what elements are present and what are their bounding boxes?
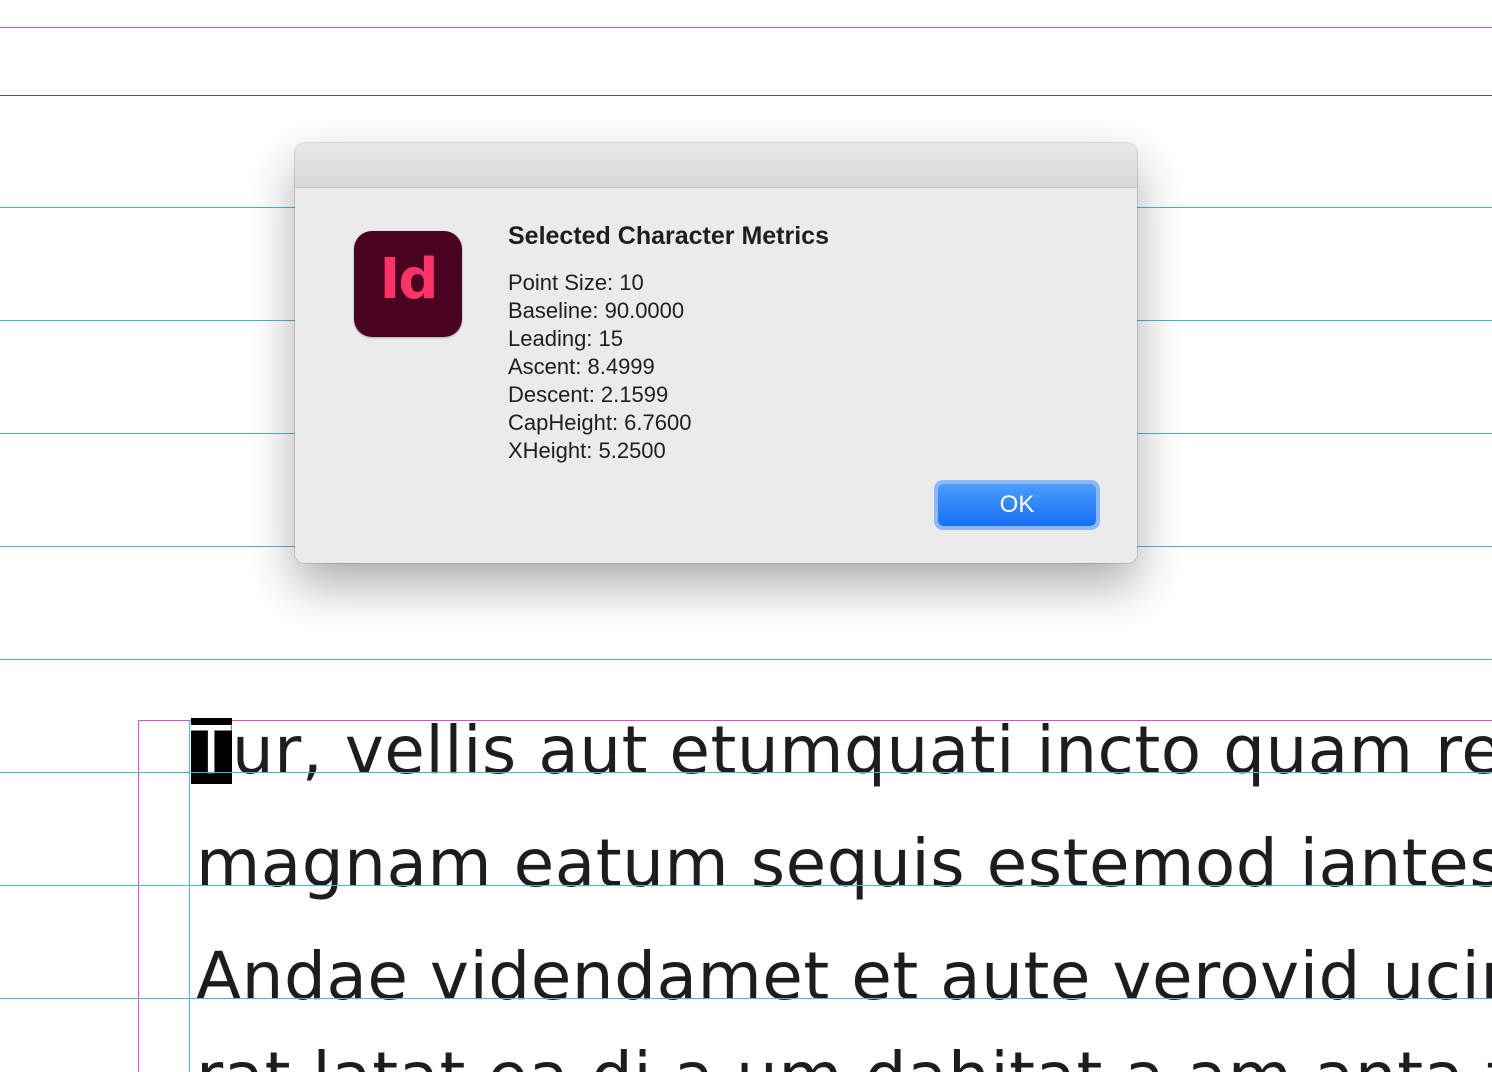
text-line-4[interactable]: rat latat ea di a um dahitat a am anta t… <box>196 1038 1492 1072</box>
text-line-2[interactable]: magnam eatum sequis estemod iantest <box>196 825 1492 902</box>
text-line-1[interactable]: Tur, vellis aut etumquati incto quam re <box>191 712 1492 789</box>
page-edge-guide <box>0 95 1492 96</box>
app-icon-label: Id <box>379 247 439 312</box>
baseline-grid-line <box>0 998 1492 999</box>
metric-descent: Descent: 2.1599 <box>508 382 669 407</box>
indesign-app-icon: Id <box>354 231 462 337</box>
metric-x-height: XHeight: 5.2500 <box>508 438 666 463</box>
text-line-3[interactable]: Andae videndamet et aute verovid ucim <box>196 938 1492 1015</box>
character-metrics-dialog: Id Selected Character Metrics Point Size… <box>295 143 1137 563</box>
dialog-title: Selected Character Metrics <box>508 222 829 250</box>
document-canvas[interactable]: Tur, vellis aut etumquati incto quam re … <box>0 0 1492 1072</box>
selected-character[interactable]: T <box>191 718 232 784</box>
metric-baseline: Baseline: 90.0000 <box>508 298 685 323</box>
ok-button[interactable]: OK <box>938 484 1096 526</box>
metric-point-size: Point Size: 10 <box>508 270 644 295</box>
text-line-1-rest: ur, vellis aut etumquati incto quam re <box>231 712 1492 789</box>
metric-leading: Leading: 15 <box>508 326 623 351</box>
metric-ascent: Ascent: 8.4999 <box>508 354 655 379</box>
baseline-grid-line <box>0 772 1492 773</box>
margin-guide <box>0 27 1492 28</box>
metrics-list: Point Size: 10 Baseline: 90.0000 Leading… <box>508 269 691 465</box>
dialog-titlebar[interactable] <box>295 143 1137 188</box>
metric-cap-height: CapHeight: 6.7600 <box>508 410 692 435</box>
baseline-grid-line <box>0 659 1492 660</box>
baseline-grid-line <box>0 885 1492 886</box>
